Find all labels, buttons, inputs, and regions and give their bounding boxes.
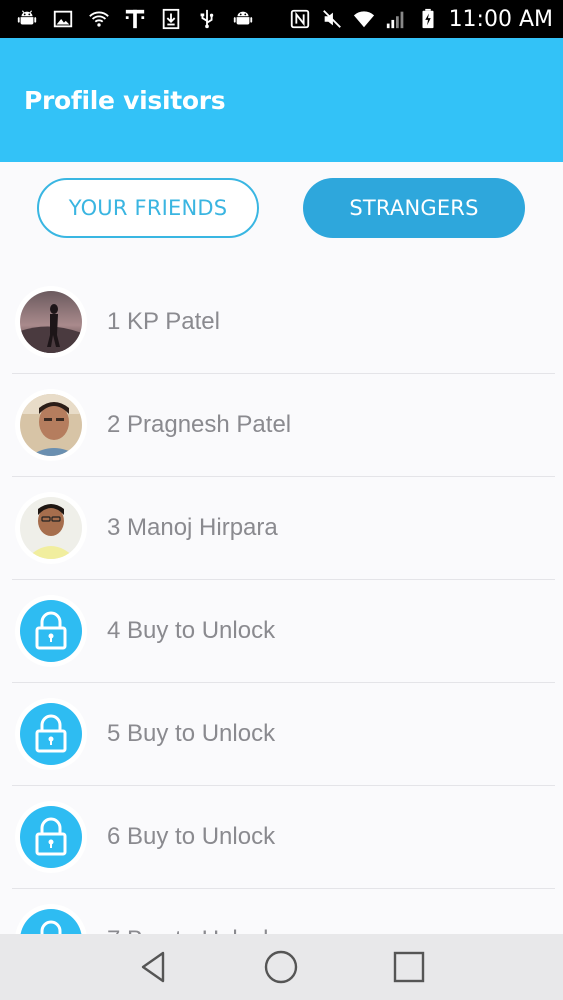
profile-photo (20, 497, 82, 559)
tab-strangers[interactable]: STRANGERS (303, 178, 525, 238)
nfc-icon (289, 8, 311, 30)
lock-icon (20, 909, 82, 934)
image-icon (52, 8, 74, 30)
visitor-name: 3 Manoj Hirpara (107, 514, 278, 541)
list-item[interactable]: 4 Buy to Unlock (12, 580, 555, 683)
visitor-name: 2 Pragnesh Patel (107, 411, 292, 438)
visitor-name: 5 Buy to Unlock (107, 720, 276, 747)
status-bar-system: 11:00 AM (289, 7, 553, 32)
t-mobile-icon (124, 8, 146, 30)
visitor-name: 1 KP Patel (107, 308, 220, 335)
list-item[interactable]: 1 KP Patel (12, 271, 555, 374)
list-item[interactable]: 5 Buy to Unlock (12, 683, 555, 786)
download-icon (160, 8, 182, 30)
avatar (20, 909, 82, 934)
status-time: 11:00 AM (448, 6, 553, 32)
avatar (20, 600, 82, 662)
app-bar: Profile visitors (0, 38, 563, 162)
list-item[interactable]: 2 Pragnesh Patel (12, 374, 555, 477)
lock-icon (20, 703, 82, 765)
visitor-name: 6 Buy to Unlock (107, 823, 276, 850)
list-item[interactable]: 7 Buy to Unlock (12, 889, 555, 934)
profile-photo (20, 394, 82, 456)
list-item[interactable]: 6 Buy to Unlock (12, 786, 555, 889)
list-item[interactable]: 3 Manoj Hirpara (12, 477, 555, 580)
android-icon (232, 8, 254, 30)
signal-icon (385, 8, 407, 30)
visitor-name: 7 Buy to Unlock (107, 926, 275, 934)
avatar (20, 394, 82, 456)
avatar (20, 497, 82, 559)
battery-charging-icon (417, 8, 439, 30)
visitor-name: 4 Buy to Unlock (107, 617, 276, 644)
home-button[interactable] (261, 947, 301, 987)
tab-your-friends[interactable]: YOUR FRIENDS (37, 178, 259, 238)
visitor-tabs: YOUR FRIENDS STRANGERS (0, 178, 563, 238)
navigation-bar (0, 934, 563, 1000)
wifi-icon (353, 8, 375, 30)
avatar (20, 291, 82, 353)
lock-icon (20, 600, 82, 662)
back-icon (141, 951, 165, 983)
back-button[interactable] (134, 947, 174, 987)
avatar (20, 806, 82, 868)
home-icon (265, 950, 298, 984)
wifi-calling-icon (88, 8, 110, 30)
lock-icon (20, 806, 82, 868)
status-bar: 11:00 AM (0, 0, 563, 38)
status-bar-notifications (16, 8, 254, 30)
avatar (20, 703, 82, 765)
visitor-list: 1 KP Patel 2 Pragnesh Patel 3 Manoj Hirp… (0, 271, 563, 934)
recents-icon (393, 951, 425, 983)
profile-photo (20, 291, 82, 353)
usb-icon (196, 8, 218, 30)
mute-icon (321, 8, 343, 30)
android-icon (16, 8, 38, 30)
page-title: Profile visitors (24, 85, 226, 115)
recents-button[interactable] (389, 947, 429, 987)
